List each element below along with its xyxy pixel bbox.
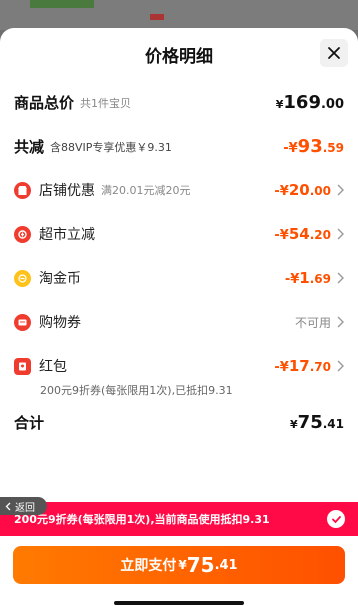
chevron-left-icon	[5, 502, 11, 510]
voucher-icon	[14, 313, 31, 331]
background-shape	[30, 0, 94, 8]
shop-discount-price: -¥ 20 .00	[274, 181, 331, 199]
red-packet-note: 200元9折券(每张限用1次),已抵扣9.31	[40, 384, 233, 397]
taojinbi-price: -¥ 1 .69	[284, 269, 331, 287]
chevron-right-icon	[337, 184, 344, 196]
home-indicator	[114, 601, 244, 605]
back-button[interactable]: 返回	[0, 497, 47, 515]
discount-total-price: -¥ 93 .59	[283, 136, 344, 157]
red-packet-label: 红包	[39, 359, 67, 375]
promo-text: 200元9折券(每张限用1次),当前商品使用抵扣9.31	[14, 513, 270, 526]
goods-total-price: ¥ 169 .00	[275, 92, 344, 113]
sum-price: ¥ 75 .41	[290, 412, 344, 433]
discount-total-row: 共减 含88VIP专享优惠￥9.31 -¥ 93 .59	[14, 136, 344, 157]
red-packet-price: -¥ 17 .70	[274, 357, 331, 375]
background-shape	[150, 14, 164, 20]
red-packet-row[interactable]: 红包 -¥ 17 .70	[14, 356, 344, 376]
pay-label: 立即支付	[120, 558, 177, 574]
red-packet-icon	[14, 357, 31, 375]
taojinbi-label: 淘金币	[39, 271, 81, 287]
close-button[interactable]	[320, 39, 348, 67]
check-icon	[331, 515, 341, 523]
pay-now-button[interactable]: 立即支付 ¥ 75 .41	[13, 546, 345, 584]
shop-discount-desc: 满20.01元减20元	[101, 184, 191, 197]
sum-row: 合计 ¥ 75 .41	[14, 412, 344, 433]
back-label: 返回	[15, 502, 35, 514]
background-page	[0, 0, 358, 30]
chevron-right-icon	[337, 316, 344, 328]
shopping-voucher-status: 不可用	[294, 315, 331, 330]
discount-total-label: 共减	[14, 138, 45, 156]
goods-total-label: 商品总价	[14, 94, 75, 112]
page-title: 价格明细	[145, 47, 213, 67]
goods-count: 共1件宝贝	[80, 96, 132, 110]
supermarket-discount-price: -¥ 54 .20	[274, 225, 331, 243]
goods-total-row: 商品总价 共1件宝贝 ¥ 169 .00	[14, 92, 344, 113]
price-detail-sheet: 价格明细 商品总价 共1件宝贝 ¥ 169 .00 共减 含88VIP专享优惠￥…	[0, 28, 358, 606]
checkbox[interactable]	[327, 510, 345, 528]
chevron-right-icon	[337, 360, 344, 372]
chevron-right-icon	[337, 272, 344, 284]
shop-discount-row[interactable]: 店铺优惠 满20.01元减20元 -¥ 20 .00	[14, 180, 344, 200]
sum-label: 合计	[14, 414, 45, 432]
supermarket-discount-row[interactable]: 超市立减 -¥ 54 .20	[14, 224, 344, 244]
coin-icon	[14, 269, 31, 287]
shop-discount-label: 店铺优惠	[39, 183, 95, 199]
shop-icon	[14, 181, 31, 199]
close-icon	[328, 47, 340, 59]
shopping-voucher-row[interactable]: 购物券 不可用	[14, 312, 344, 332]
chevron-right-icon	[337, 228, 344, 240]
shopping-voucher-label: 购物券	[39, 315, 81, 331]
discount-total-desc: 含88VIP专享优惠￥9.31	[50, 140, 172, 154]
coupon-promo-bar[interactable]: 200元9折券(每张限用1次),当前商品使用抵扣9.31	[0, 502, 358, 536]
taojinbi-row[interactable]: 淘金币 -¥ 1 .69	[14, 268, 344, 288]
supermarket-discount-label: 超市立减	[39, 227, 95, 243]
supermarket-icon	[14, 225, 31, 243]
